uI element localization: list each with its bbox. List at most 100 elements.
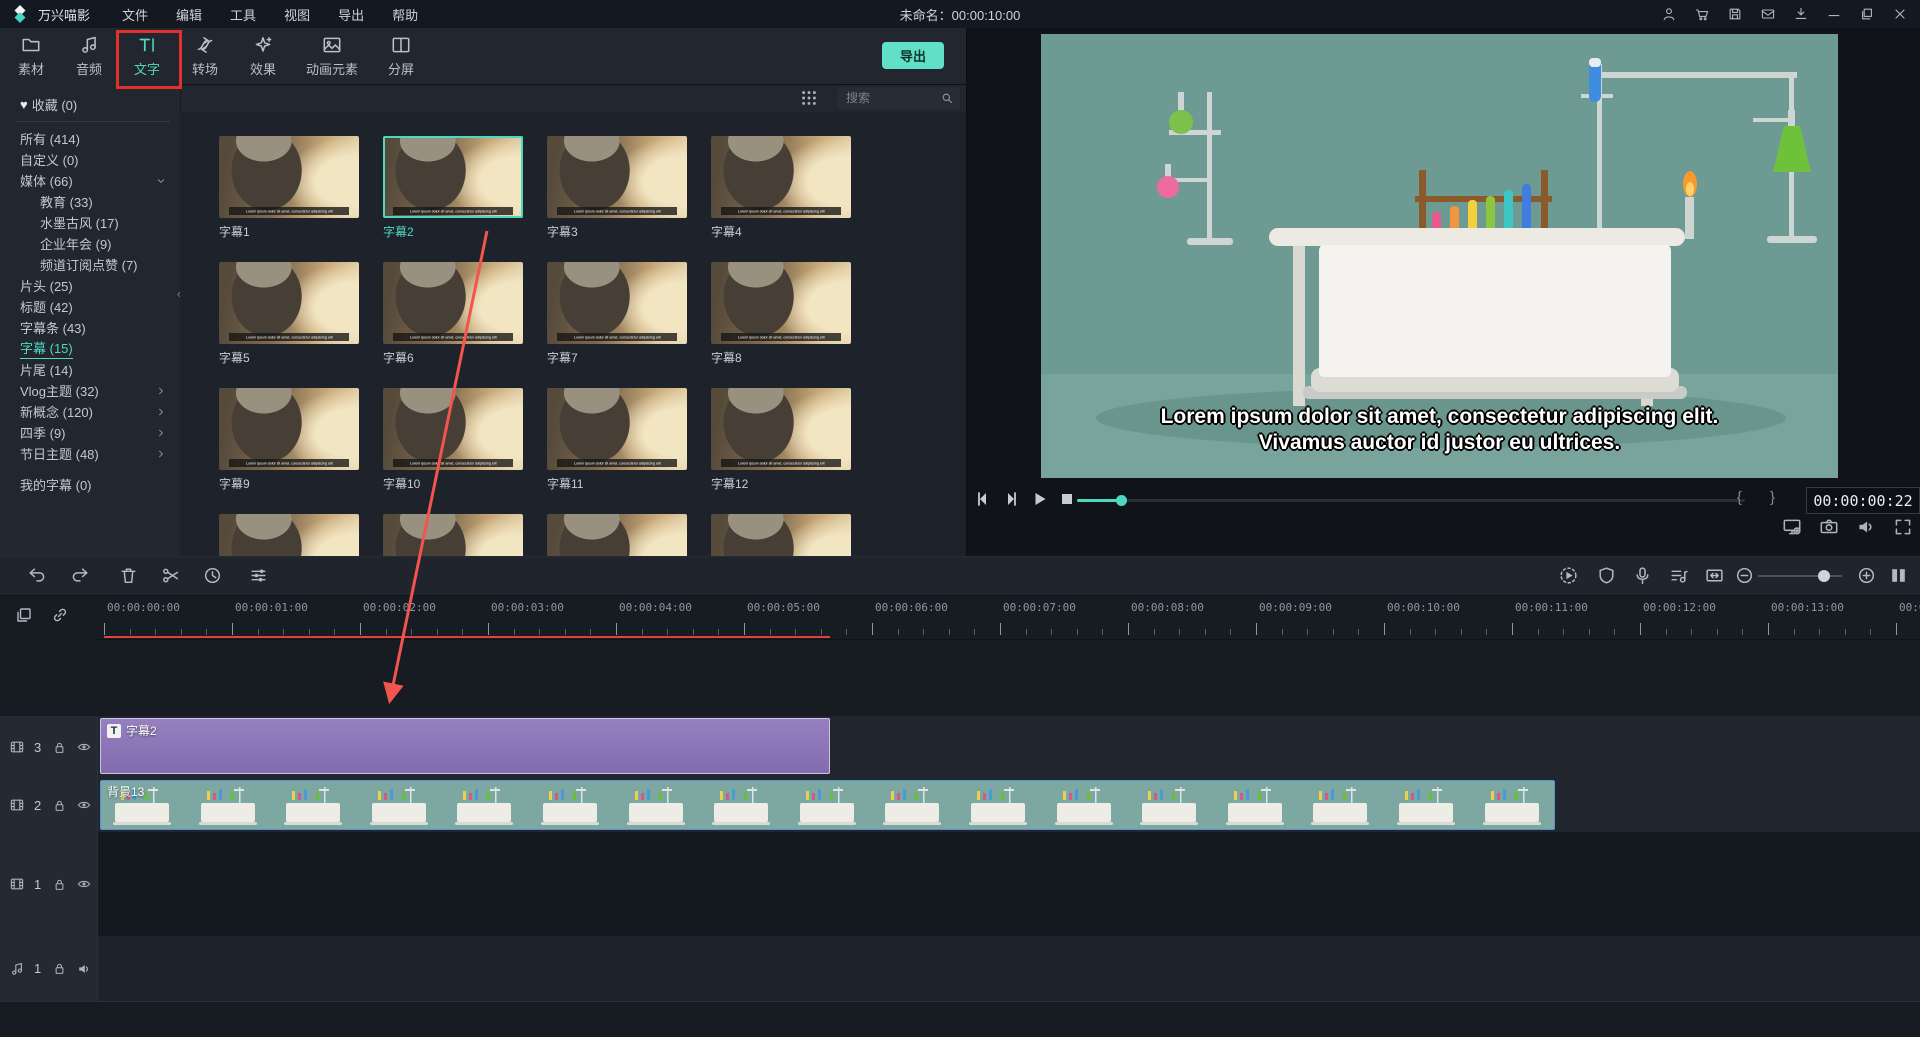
template-card-字幕2[interactable]: Lorem ipsum dolor sit amet, consectetur … xyxy=(383,136,523,240)
chevron-right-icon[interactable] xyxy=(154,426,168,440)
zoom-in-button[interactable] xyxy=(1854,564,1878,588)
timeline-zoom-slider[interactable] xyxy=(1758,575,1842,577)
template-card-字幕4[interactable]: Lorem ipsum dolor sit amet, consectetur … xyxy=(711,136,851,240)
search-input[interactable] xyxy=(838,90,940,106)
sidebar-item-字幕[interactable]: 字幕 (15) xyxy=(0,338,180,359)
sidebar-item-收藏[interactable]: ♥收藏 (0) xyxy=(0,94,180,115)
timeline-zoom-knob[interactable] xyxy=(1818,570,1830,582)
template-card-partial[interactable]: Lorem ipsum dolor sit amet, consectetur … xyxy=(547,514,687,556)
display-settings-button[interactable] xyxy=(1781,516,1803,538)
tab-音频[interactable]: 音频 xyxy=(60,28,118,84)
zoom-out-button[interactable] xyxy=(1732,564,1756,588)
chevron-right-icon[interactable] xyxy=(154,447,168,461)
save-button[interactable] xyxy=(1723,3,1747,25)
sidebar-item-教育[interactable]: 教育 (33) xyxy=(0,191,180,212)
play-button[interactable] xyxy=(1029,489,1051,511)
mixer-button[interactable] xyxy=(1666,564,1690,588)
sidebar-item-新概念[interactable]: 新概念 (120) xyxy=(0,401,180,422)
close-button[interactable] xyxy=(1888,3,1912,25)
template-card-字幕6[interactable]: Lorem ipsum dolor sit amet, consectetur … xyxy=(383,262,523,366)
sidebar-item-字幕条[interactable]: 字幕条 (43) xyxy=(0,317,180,338)
chevron-right-icon[interactable] xyxy=(154,384,168,398)
template-card-partial[interactable]: Lorem ipsum dolor sit amet, consectetur … xyxy=(383,514,523,556)
template-thumbnail[interactable]: Lorem ipsum dolor sit amet, consectetur … xyxy=(711,262,851,344)
mark-in-out-buttons[interactable]: { } xyxy=(1737,489,1787,506)
sidebar-item-自定义[interactable]: 自定义 (0) xyxy=(0,149,180,170)
sidebar-item-企业年会[interactable]: 企业年会 (9) xyxy=(0,233,180,254)
next-frame-button[interactable] xyxy=(1001,489,1023,511)
tab-效果[interactable]: 效果 xyxy=(234,28,292,84)
link-button[interactable] xyxy=(48,604,72,628)
redo-button[interactable] xyxy=(68,564,92,588)
panes-button[interactable] xyxy=(1886,564,1910,588)
template-thumbnail[interactable]: Lorem ipsum dolor sit amet, consectetur … xyxy=(383,262,523,344)
trash-button[interactable] xyxy=(116,564,140,588)
mail-button[interactable] xyxy=(1756,3,1780,25)
menu-item[interactable]: 帮助 xyxy=(378,5,432,24)
clip-background[interactable]: 背景13 xyxy=(100,780,1555,830)
speaker-button[interactable] xyxy=(1855,516,1877,538)
scissors-button[interactable] xyxy=(158,564,182,588)
track-header-video-2[interactable]: 2 xyxy=(0,778,98,832)
seek-knob[interactable] xyxy=(1116,495,1127,506)
template-thumbnail[interactable]: Lorem ipsum dolor sit amet, consectetur … xyxy=(219,136,359,218)
sidebar-item-片尾[interactable]: 片尾 (14) xyxy=(0,359,180,380)
tab-分屏[interactable]: 分屏 xyxy=(372,28,430,84)
maximize-button[interactable] xyxy=(1855,3,1879,25)
adjust-button[interactable] xyxy=(246,564,270,588)
template-thumbnail[interactable]: Lorem ipsum dolor sit amet, consectetur … xyxy=(547,514,687,556)
track-header-video-3[interactable]: 3 xyxy=(0,716,98,778)
tab-转场[interactable]: 转场 xyxy=(176,28,234,84)
sidebar-item-我的字幕[interactable]: 我的字幕 (0) xyxy=(0,474,180,495)
video-viewport[interactable]: Lorem ipsum dolor sit amet, consectetur … xyxy=(1041,34,1838,478)
track-header-audio-1[interactable]: 1 xyxy=(0,936,98,1001)
template-thumbnail[interactable]: Lorem ipsum dolor sit amet, consectetur … xyxy=(383,388,523,470)
sidebar-item-媒体[interactable]: 媒体 (66) xyxy=(0,170,180,191)
template-thumbnail[interactable]: Lorem ipsum dolor sit amet, consectetur … xyxy=(219,388,359,470)
fit-width-button[interactable] xyxy=(1702,564,1726,588)
template-card-字幕3[interactable]: Lorem ipsum dolor sit amet, consectetur … xyxy=(547,136,687,240)
snapshot-button[interactable] xyxy=(1818,516,1840,538)
cart-button[interactable] xyxy=(1690,3,1714,25)
template-thumbnail[interactable]: Lorem ipsum dolor sit amet, consectetur … xyxy=(711,136,851,218)
clip-subtitle[interactable]: T 字幕2 xyxy=(100,718,830,774)
template-thumbnail[interactable]: Lorem ipsum dolor sit amet, consectetur … xyxy=(383,136,523,218)
render-preview-button[interactable] xyxy=(1556,564,1580,588)
sidebar-item-频道订阅点赞[interactable]: 频道订阅点赞 (7) xyxy=(0,254,180,275)
track-header-video-1[interactable]: 1 xyxy=(0,832,98,936)
template-card-字幕10[interactable]: Lorem ipsum dolor sit amet, consectetur … xyxy=(383,388,523,492)
search-icon-wrap[interactable] xyxy=(940,91,960,105)
template-card-字幕12[interactable]: Lorem ipsum dolor sit amet, consectetur … xyxy=(711,388,851,492)
template-thumbnail[interactable]: Lorem ipsum dolor sit amet, consectetur … xyxy=(383,514,523,556)
menu-item[interactable]: 工具 xyxy=(216,5,270,24)
mic-button[interactable] xyxy=(1630,564,1654,588)
grid-view-button[interactable] xyxy=(800,89,818,107)
minimize-button[interactable] xyxy=(1822,3,1846,25)
template-card-字幕5[interactable]: Lorem ipsum dolor sit amet, consectetur … xyxy=(219,262,359,366)
sidebar-item-所有[interactable]: 所有 (414) xyxy=(0,128,180,149)
tab-动画元素[interactable]: 动画元素 xyxy=(292,28,372,84)
marker-button[interactable] xyxy=(1594,564,1618,588)
menu-item[interactable]: 编辑 xyxy=(162,5,216,24)
menu-item[interactable]: 视图 xyxy=(270,5,324,24)
template-thumbnail[interactable]: Lorem ipsum dolor sit amet, consectetur … xyxy=(547,136,687,218)
clock-button[interactable] xyxy=(200,564,224,588)
template-thumbnail[interactable]: Lorem ipsum dolor sit amet, consectetur … xyxy=(711,514,851,556)
sidebar-item-片头[interactable]: 片头 (25) xyxy=(0,275,180,296)
undo-button[interactable] xyxy=(24,564,48,588)
time-ruler[interactable]: 00:00:00:0000:00:01:0000:00:02:0000:00:0… xyxy=(98,595,1920,640)
template-thumbnail[interactable]: Lorem ipsum dolor sit amet, consectetur … xyxy=(711,388,851,470)
template-card-partial[interactable]: Lorem ipsum dolor sit amet, consectetur … xyxy=(711,514,851,556)
template-card-字幕8[interactable]: Lorem ipsum dolor sit amet, consectetur … xyxy=(711,262,851,366)
seek-bar[interactable] xyxy=(1077,499,1745,502)
sidebar-item-标题[interactable]: 标题 (42) xyxy=(0,296,180,317)
template-thumbnail[interactable]: Lorem ipsum dolor sit amet, consectetur … xyxy=(547,262,687,344)
template-card-partial[interactable]: Lorem ipsum dolor sit amet, consectetur … xyxy=(219,514,359,556)
prev-frame-button[interactable] xyxy=(973,489,995,511)
sidebar-item-四季[interactable]: 四季 (9) xyxy=(0,422,180,443)
manage-tracks-button[interactable] xyxy=(12,604,36,628)
tab-素材[interactable]: 素材 xyxy=(2,28,60,84)
sidebar-item-节日主题[interactable]: 节日主题 (48) xyxy=(0,443,180,464)
menu-item[interactable]: 文件 xyxy=(108,5,162,24)
export-button[interactable]: 导出 xyxy=(882,42,944,69)
